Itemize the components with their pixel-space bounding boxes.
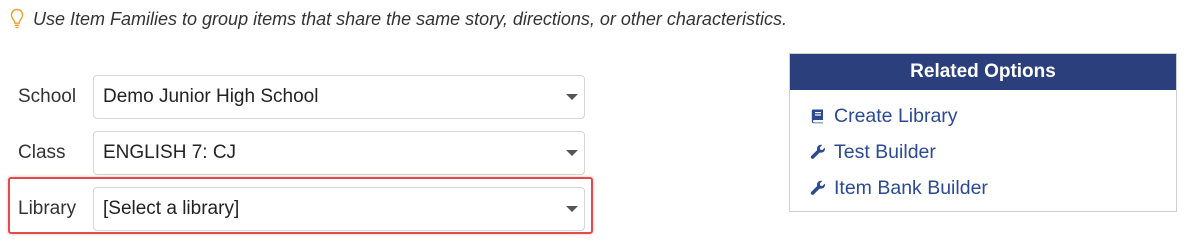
book-icon — [811, 109, 823, 124]
school-row: School — [18, 75, 94, 119]
library-select[interactable]: [Select a library] — [93, 187, 585, 231]
class-label: Class — [18, 142, 66, 163]
tip-text: Use Item Families to group items that sh… — [33, 8, 787, 29]
chevron-down-icon — [566, 150, 578, 156]
item-bank-builder-link[interactable]: Item Bank Builder — [810, 175, 988, 201]
chevron-down-icon — [566, 94, 578, 100]
item-bank-builder-label: Item Bank Builder — [834, 176, 988, 199]
library-row: Library — [18, 187, 94, 231]
lightbulb-icon — [10, 8, 24, 30]
wrench-icon — [810, 180, 825, 195]
class-select[interactable]: ENGLISH 7: CJ — [93, 131, 585, 175]
class-select-value: ENGLISH 7: CJ — [103, 142, 237, 163]
related-options-panel: Related Options Create Library Test Buil… — [789, 53, 1177, 212]
library-select-value: [Select a library] — [103, 198, 240, 219]
test-builder-label: Test Builder — [834, 140, 936, 163]
library-label: Library — [18, 198, 77, 219]
chevron-down-icon — [566, 206, 578, 212]
tip-banner: Use Item Families to group items that sh… — [10, 7, 787, 31]
page: Use Item Families to group items that sh… — [0, 0, 1187, 242]
related-options-title: Related Options — [790, 54, 1176, 90]
create-library-label: Create Library — [834, 104, 958, 127]
class-row: Class — [18, 131, 94, 175]
school-select[interactable]: Demo Junior High School — [93, 75, 585, 119]
test-builder-link[interactable]: Test Builder — [810, 139, 936, 165]
create-library-link[interactable]: Create Library — [810, 103, 958, 129]
school-select-value: Demo Junior High School — [103, 86, 319, 107]
wrench-icon — [810, 144, 825, 159]
school-label: School — [18, 86, 77, 107]
